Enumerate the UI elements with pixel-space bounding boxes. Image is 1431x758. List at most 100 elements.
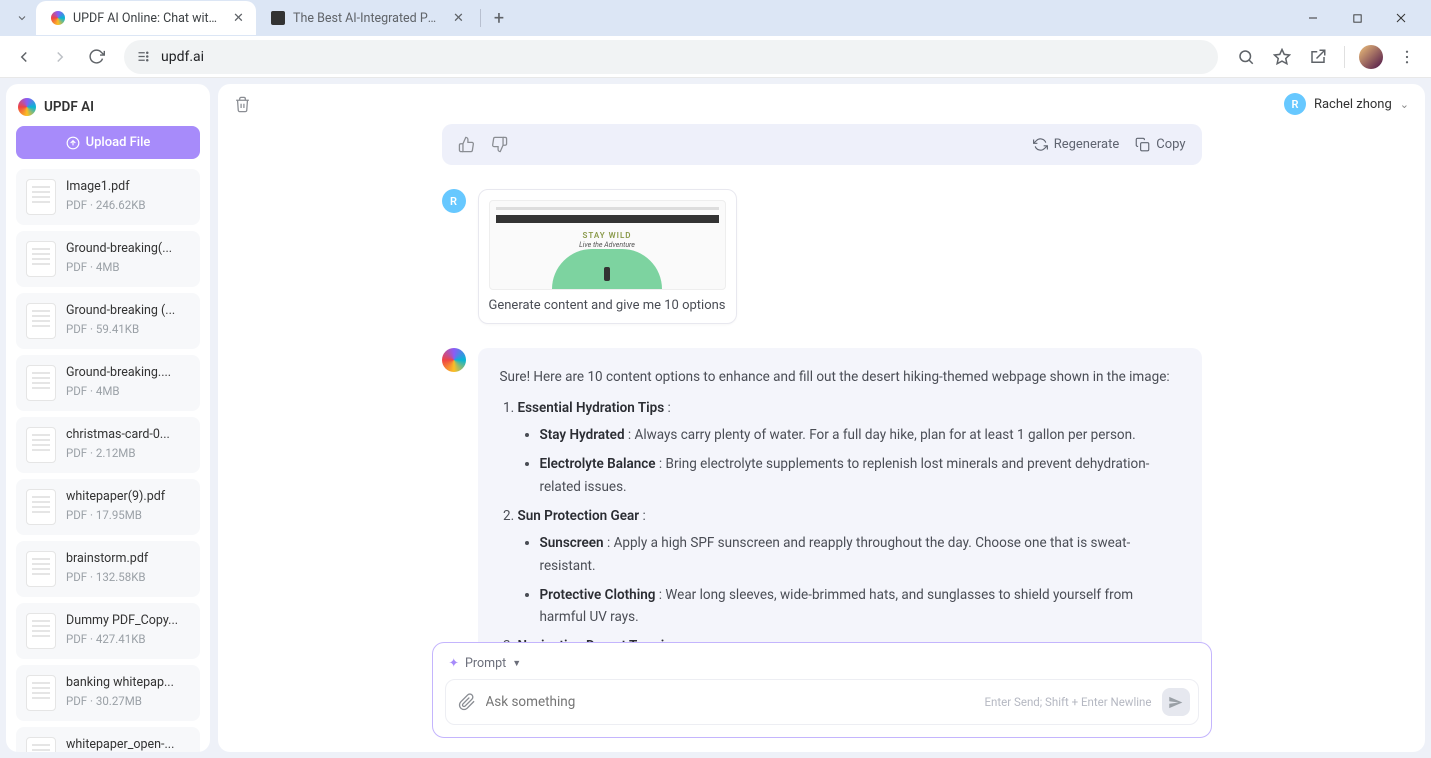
tab-updf-ai[interactable]: UPDF AI Online: Chat with PDF ✕ xyxy=(36,1,256,35)
user-message: R STAY WILD Live the Adventure Generate … xyxy=(442,189,1202,324)
ai-content-list: Essential Hydration Tips :Stay Hydrated … xyxy=(500,397,1180,642)
copy-label: Copy xyxy=(1156,137,1185,152)
file-name: christmas-card-0... xyxy=(66,427,190,442)
tab-title: The Best AI-Integrated PDF Edi xyxy=(293,11,443,26)
file-icon xyxy=(26,737,56,752)
ai-message-bubble: Sure! Here are 10 content options to enh… xyxy=(478,348,1202,642)
sidebar-header: UPDF AI xyxy=(16,94,200,126)
ai-list-item: Sun Protection Gear :Sunscreen : Apply a… xyxy=(518,505,1180,630)
ai-intro: Sure! Here are 10 content options to enh… xyxy=(500,366,1180,389)
chrome-menu-button[interactable] xyxy=(1391,41,1423,73)
file-meta: PDF · 30.27MB xyxy=(66,694,190,708)
file-meta: PDF · 2.12MB xyxy=(66,446,190,460)
prompt-dropdown[interactable]: ✦ Prompt ▼ xyxy=(445,653,1199,679)
chat-scroll[interactable]: Regenerate Copy R STAY WILD Live the xyxy=(218,124,1425,642)
forward-button[interactable] xyxy=(44,41,76,73)
reload-button[interactable] xyxy=(80,41,112,73)
address-bar[interactable]: updf.ai xyxy=(124,40,1218,74)
attached-image-thumbnail[interactable]: STAY WILD Live the Adventure xyxy=(489,200,726,290)
file-icon xyxy=(26,241,56,277)
ai-bullet: Electrolyte Balance : Bring electrolyte … xyxy=(540,453,1180,499)
profile-button[interactable] xyxy=(1355,41,1387,73)
bookmark-icon[interactable] xyxy=(1266,41,1298,73)
file-icon xyxy=(26,675,56,711)
file-meta: PDF · 427.41KB xyxy=(66,632,190,646)
thumbs-up-icon[interactable] xyxy=(458,136,475,153)
composer: ✦ Prompt ▼ Enter Send; Shift + Enter New… xyxy=(218,642,1425,752)
file-item[interactable]: christmas-card-0... PDF · 2.12MB xyxy=(16,417,200,473)
site-settings-icon[interactable] xyxy=(136,49,151,64)
file-name: Dummy PDF_Copy... xyxy=(66,613,190,628)
upload-file-button[interactable]: Upload File xyxy=(16,126,200,159)
copy-button[interactable]: Copy xyxy=(1135,137,1185,152)
file-name: Image1.pdf xyxy=(66,179,190,194)
file-icon xyxy=(26,303,56,339)
file-meta: PDF · 132.58KB xyxy=(66,570,190,584)
window-controls xyxy=(1291,0,1423,36)
file-item[interactable]: Image1.pdf PDF · 246.62KB xyxy=(16,169,200,225)
file-icon xyxy=(26,551,56,587)
file-name: banking whitepap... xyxy=(66,675,190,690)
file-meta: PDF · 4MB xyxy=(66,260,190,274)
file-item[interactable]: Ground-breaking.... PDF · 4MB xyxy=(16,355,200,411)
file-item[interactable]: whitepaper_open-... xyxy=(16,727,200,752)
extensions-icon[interactable] xyxy=(1302,41,1334,73)
user-message-avatar: R xyxy=(442,189,466,213)
zoom-icon[interactable] xyxy=(1230,41,1262,73)
file-meta: PDF · 17.95MB xyxy=(66,508,190,522)
thumb-text-1: STAY WILD xyxy=(490,231,725,240)
window-close-button[interactable] xyxy=(1379,0,1423,36)
ai-bullet: Protective Clothing : Wear long sleeves,… xyxy=(540,584,1180,630)
file-item[interactable]: Ground-breaking(... PDF · 4MB xyxy=(16,231,200,287)
file-item[interactable]: Ground-breaking (... PDF · 59.41KB xyxy=(16,293,200,349)
file-name: Ground-breaking(... xyxy=(66,241,190,256)
file-icon xyxy=(26,365,56,401)
file-item[interactable]: whitepaper(9).pdf PDF · 17.95MB xyxy=(16,479,200,535)
regenerate-icon xyxy=(1033,137,1048,152)
user-message-bubble: STAY WILD Live the Adventure Generate co… xyxy=(478,189,737,324)
new-tab-button[interactable]: + xyxy=(485,4,513,32)
copy-icon xyxy=(1135,137,1150,152)
sparkle-icon: ✦ xyxy=(449,655,459,671)
file-meta: PDF · 4MB xyxy=(66,384,190,398)
close-icon[interactable]: ✕ xyxy=(451,10,466,26)
message-input[interactable] xyxy=(486,694,975,710)
regenerate-button[interactable]: Regenerate xyxy=(1033,137,1120,152)
sidebar: UPDF AI Upload File Image1.pdf PDF · 246… xyxy=(6,84,210,752)
maximize-button[interactable] xyxy=(1335,0,1379,36)
chevron-down-icon: ⌄ xyxy=(1400,98,1409,111)
file-icon xyxy=(26,427,56,463)
user-message-text: Generate content and give me 10 options xyxy=(489,298,726,313)
tab-secondary[interactable]: The Best AI-Integrated PDF Edi ✕ xyxy=(256,1,476,35)
back-button[interactable] xyxy=(8,41,40,73)
file-name: whitepaper_open-... xyxy=(66,737,190,752)
app-title: UPDF AI xyxy=(44,99,94,115)
close-icon[interactable]: ✕ xyxy=(231,10,246,26)
user-menu[interactable]: R Rachel zhong ⌄ xyxy=(1284,93,1409,115)
composer-card: ✦ Prompt ▼ Enter Send; Shift + Enter New… xyxy=(432,642,1212,738)
thumbs-down-icon[interactable] xyxy=(491,136,508,153)
favicon-generic xyxy=(270,10,285,26)
prompt-label: Prompt xyxy=(465,656,506,671)
file-item[interactable]: banking whitepap... PDF · 30.27MB xyxy=(16,665,200,721)
file-item[interactable]: Dummy PDF_Copy... PDF · 427.41KB xyxy=(16,603,200,659)
user-name: Rachel zhong xyxy=(1314,97,1392,112)
attach-icon[interactable] xyxy=(458,693,476,711)
file-list: Image1.pdf PDF · 246.62KB Ground-breakin… xyxy=(16,169,200,752)
send-button[interactable] xyxy=(1162,688,1190,716)
file-meta: PDF · 59.41KB xyxy=(66,322,190,336)
minimize-button[interactable] xyxy=(1291,0,1335,36)
thumb-text-2: Live the Adventure xyxy=(490,241,725,249)
main-header: R Rachel zhong ⌄ xyxy=(218,84,1425,124)
ai-bullet: Sunscreen : Apply a high SPF sunscreen a… xyxy=(540,532,1180,578)
tab-search-dropdown[interactable] xyxy=(8,4,36,32)
ai-avatar-icon xyxy=(442,348,466,372)
input-hint: Enter Send; Shift + Enter Newline xyxy=(985,695,1152,709)
upload-label: Upload File xyxy=(86,135,151,150)
file-item[interactable]: brainstorm.pdf PDF · 132.58KB xyxy=(16,541,200,597)
file-icon xyxy=(26,613,56,649)
user-avatar: R xyxy=(1284,93,1306,115)
delete-icon[interactable] xyxy=(234,96,251,113)
app-container: UPDF AI Upload File Image1.pdf PDF · 246… xyxy=(0,78,1431,758)
file-name: brainstorm.pdf xyxy=(66,551,190,566)
